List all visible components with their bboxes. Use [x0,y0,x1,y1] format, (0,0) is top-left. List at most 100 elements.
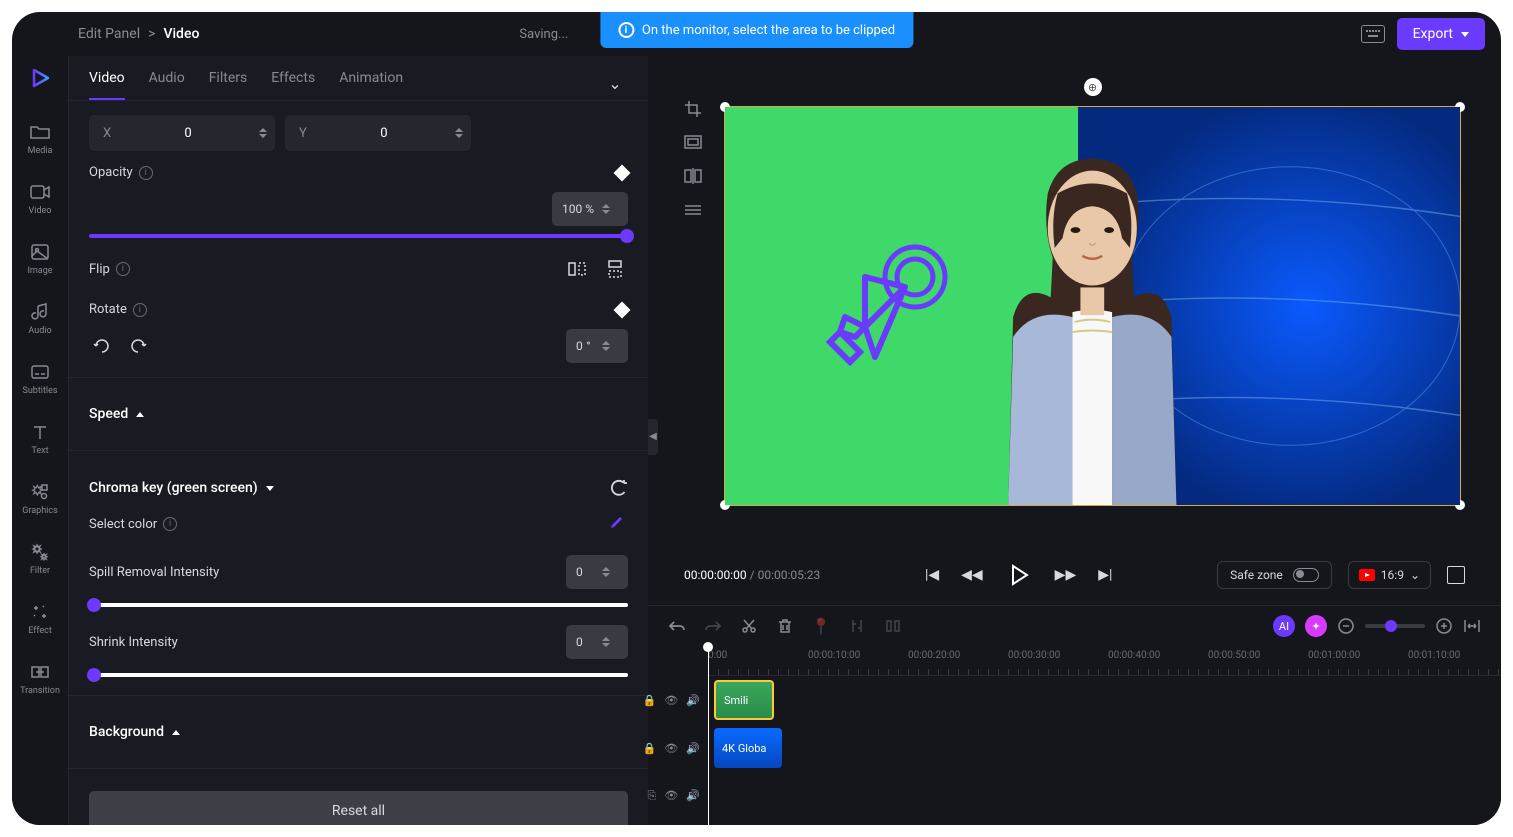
fit-timeline-icon[interactable] [1463,617,1481,635]
export-button[interactable]: Export [1397,18,1485,50]
app-logo-icon[interactable] [26,64,54,92]
spinner-icon[interactable] [447,128,471,138]
ruler-time: 00:01:10:00 [1408,650,1460,661]
sidebar-item-audio[interactable]: Audio [24,298,55,340]
x-value: 0 [125,126,251,141]
keyframe-icon[interactable] [614,164,631,181]
opacity-value[interactable]: 100 % [552,192,628,226]
rotate-right-icon[interactable] [125,333,151,359]
spinner-icon[interactable] [594,204,618,214]
background-section[interactable]: Background [89,710,628,754]
marker-icon[interactable]: 📍 [812,617,830,635]
y-input[interactable]: Y 0 [285,115,471,151]
opacity-slider[interactable] [89,234,628,238]
keyframe-icon[interactable] [614,301,631,318]
tab-audio[interactable]: Audio [149,70,185,100]
align-icon[interactable] [884,617,902,635]
sidebar-item-subtitles[interactable]: Subtitles [18,358,61,400]
lock-icon[interactable]: 🔒 [643,742,657,755]
sidebar-item-label: Media [28,146,53,156]
info-icon[interactable]: i [116,262,130,276]
mirror-icon[interactable] [684,168,704,188]
sidebar-item-effect[interactable]: Effect [24,598,56,640]
magic-badge-icon[interactable]: ✦ [1305,615,1327,637]
crop-icon[interactable] [684,100,704,120]
sidebar-item-label: Text [31,446,48,456]
mute-icon[interactable]: 🔊 [686,789,700,803]
chroma-section[interactable]: Chroma key (green screen) [89,465,628,511]
fit-icon[interactable] [684,134,704,154]
tab-effects[interactable]: Effects [271,70,315,100]
preview-canvas[interactable]: ⊕ [720,92,1465,545]
undo-icon[interactable] [668,617,686,635]
eye-icon[interactable]: 👁 [664,742,678,755]
rotate-value[interactable]: 0 ° [566,329,628,363]
zoom-out-icon[interactable] [1337,617,1355,635]
spill-value[interactable]: 0 [566,555,628,589]
tab-animation[interactable]: Animation [339,70,403,100]
forward-icon[interactable]: ▶▶ [1055,567,1077,583]
shrink-value[interactable]: 0 [566,625,628,659]
spinner-icon[interactable] [251,128,275,138]
spinner-icon[interactable] [594,341,618,351]
x-input[interactable]: X 0 [89,115,275,151]
filter-icon [30,542,50,562]
ai-badge-icon[interactable]: AI [1273,615,1295,637]
spinner-icon[interactable] [594,567,618,577]
guides-icon[interactable] [684,202,704,222]
zoom-slider[interactable] [1365,624,1425,628]
panel-collapse-handle[interactable]: ◀ [648,419,658,455]
timeline-ruler[interactable]: 0:00 00:00:10:00 00:00:20:00 00:00:30:00… [708,646,1501,676]
mute-icon[interactable]: 🔊 [686,742,700,755]
playhead[interactable] [708,646,709,825]
skip-end-icon[interactable]: ▶| [1098,567,1112,583]
aspect-ratio-selector[interactable]: 16:9 ⌄ [1348,561,1431,589]
info-icon[interactable]: i [163,517,177,531]
play-button[interactable] [1005,561,1033,589]
fullscreen-icon[interactable] [1447,566,1465,584]
rotate-left-icon[interactable] [89,333,115,359]
eye-icon[interactable]: 👁 [664,694,678,707]
refresh-icon[interactable] [610,479,628,497]
info-icon[interactable]: i [133,303,147,317]
sidebar-item-video[interactable]: Video [25,178,56,220]
speed-section[interactable]: Speed [89,392,628,436]
tab-video[interactable]: Video [89,70,125,100]
eye-icon[interactable]: 👁 [664,789,678,803]
text-icon [30,422,50,442]
y-value: 0 [321,126,447,141]
cut-icon[interactable] [740,617,758,635]
zoom-in-icon[interactable] [1435,617,1453,635]
info-icon[interactable]: i [139,166,153,180]
sidebar-item-media[interactable]: Media [24,118,57,160]
export-track-icon[interactable]: ⎘ [648,789,657,803]
tab-filters[interactable]: Filters [209,70,248,100]
chevron-down-icon[interactable]: ⌄ [602,70,628,96]
sidebar-item-filter[interactable]: Filter [26,538,54,580]
spill-slider[interactable] [89,603,628,607]
breadcrumb-root[interactable]: Edit Panel [78,26,140,42]
sidebar-item-text[interactable]: Text [26,418,54,460]
redo-icon[interactable] [704,617,722,635]
timeline-clip[interactable]: 4K Globa [714,728,782,768]
adjust-icon[interactable] [848,617,866,635]
spinner-icon[interactable] [594,637,618,647]
saving-status: Saving... [519,27,568,42]
flip-horizontal-icon[interactable] [564,256,590,282]
sidebar-item-image[interactable]: Image [23,238,56,280]
rewind-icon[interactable]: ◀◀ [961,567,983,583]
skip-start-icon[interactable]: |◀ [925,567,939,583]
timeline-clip[interactable]: Smili [714,680,774,720]
sidebar-item-graphics[interactable]: Graphics [18,478,61,520]
lock-icon[interactable]: 🔒 [643,694,657,707]
flip-vertical-icon[interactable] [602,256,628,282]
safe-zone-toggle[interactable]: Safe zone [1217,561,1332,589]
reset-all-button[interactable]: Reset all [89,791,628,825]
shrink-slider[interactable] [89,673,628,677]
sidebar-item-transition[interactable]: Transition [16,658,64,700]
snap-icon[interactable]: ⊕ [1084,78,1102,96]
mute-icon[interactable]: 🔊 [686,694,700,707]
eyedropper-icon[interactable] [602,511,628,537]
keyboard-icon[interactable] [1361,25,1385,43]
delete-icon[interactable] [776,617,794,635]
